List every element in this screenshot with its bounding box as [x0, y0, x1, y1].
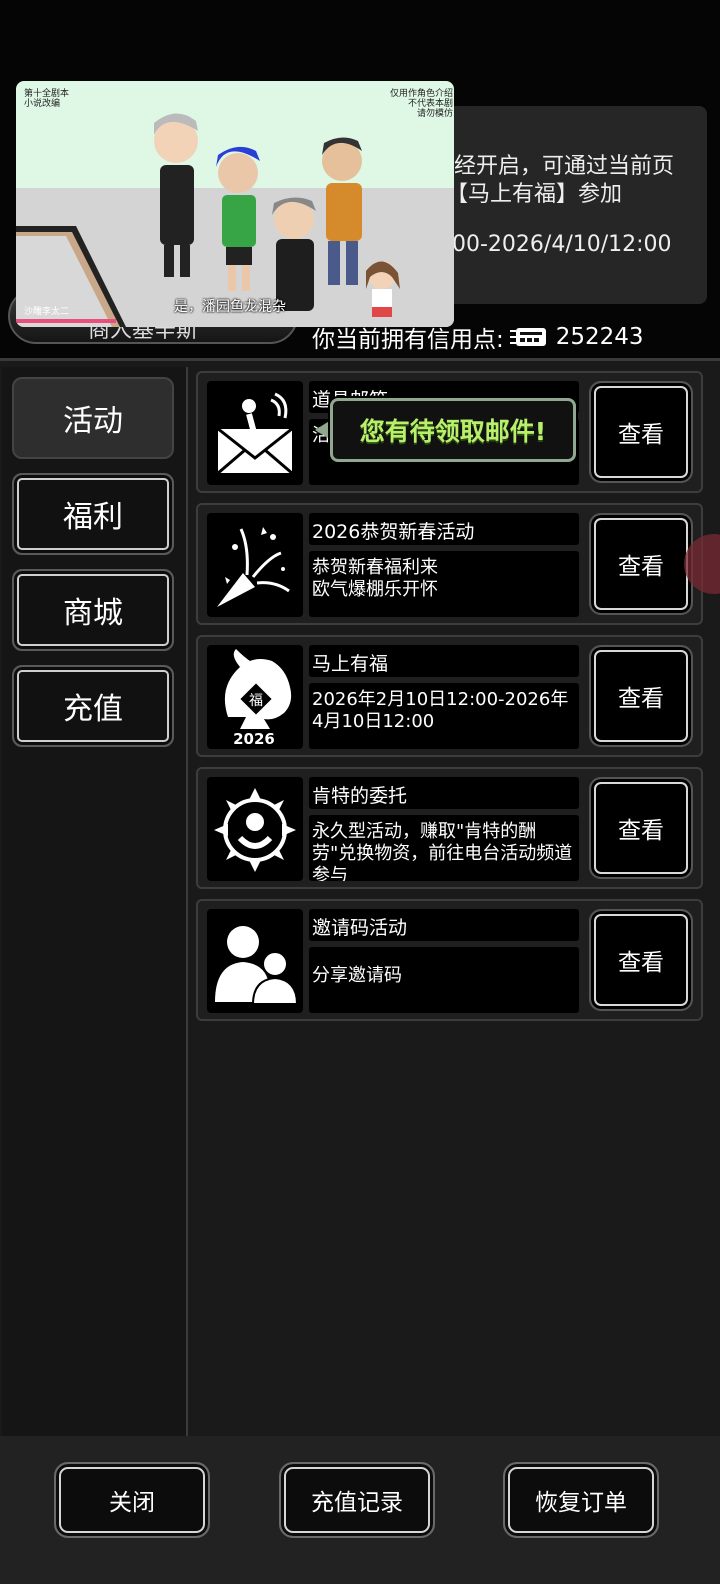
activity-card-fortune: 福 2026 马上有福 2026年2月10日12:00-2026年4月10日12…: [196, 635, 703, 757]
cartoon-characters: [154, 113, 400, 317]
mail-bubble-tail: [315, 420, 331, 440]
users-icon: [207, 909, 303, 1013]
view-button-invite[interactable]: 查看: [589, 909, 693, 1011]
recharge-history-button[interactable]: 充值记录: [279, 1462, 435, 1538]
bottom-bar: 关闭 充值记录 恢复订单: [0, 1436, 720, 1584]
kent-emblem-icon: [207, 777, 303, 881]
view-button-mailbox[interactable]: 查看: [589, 381, 693, 483]
horse-year-label: 2026: [233, 730, 275, 747]
video-overlay[interactable]: 第十全剧本 小说改编 仅用作角色介绍 不代表本剧 请勿模仿 是，潘园鱼龙混杂 沙…: [16, 81, 454, 327]
view-button-fortune[interactable]: 查看: [589, 645, 693, 747]
party-popper-icon: [207, 513, 303, 617]
activity-card-invite: 邀请码活动 分享邀请码 查看: [196, 899, 703, 1021]
video-progress-bar: [16, 319, 116, 323]
activity-list: 道具邮箱 活 查看 2026恭贺新春活动 恭贺新春福利来 欧气爆棚乐开怀 查看: [196, 371, 704, 1031]
horse-fortune-char: 福: [249, 693, 263, 709]
view-button-kent[interactable]: 查看: [589, 777, 693, 879]
video-subtitle: 是，潘园鱼龙混杂: [174, 299, 286, 315]
activity-title: 肯特的委托: [309, 777, 579, 809]
pending-mail-bubble[interactable]: 您有待领取邮件!: [330, 398, 576, 462]
video-channel-name: 沙雕李太二: [24, 307, 70, 317]
restore-order-button[interactable]: 恢复订单: [503, 1462, 659, 1538]
activity-title: 马上有福: [309, 645, 579, 677]
close-button[interactable]: 关闭: [54, 1462, 210, 1538]
top-area: 经开启，可通过当前页 【马上有福】参加 00-2026/4/10/12:00 商…: [0, 0, 720, 360]
notice-line-3: 00-2026/4/10/12:00: [452, 232, 672, 257]
video-corner-left: 第十全剧本 小说改编: [24, 89, 70, 109]
horse-fortune-icon: 福 2026: [207, 645, 303, 749]
activity-desc: 2026年2月10日12:00-2026年4月10日12:00: [309, 683, 579, 749]
sidebar-item-activity[interactable]: 活动: [12, 377, 174, 459]
activity-card-new-year: 2026恭贺新春活动 恭贺新春福利来 欧气爆棚乐开怀 查看: [196, 503, 703, 625]
activity-desc: 分享邀请码: [309, 947, 579, 1013]
sidebar-item-recharge[interactable]: 充值: [12, 665, 174, 747]
sidebar: 活动 福利 商城 充值: [2, 367, 188, 1437]
notice-line-2: 【马上有福】参加: [446, 182, 623, 207]
credit-card-icon: [509, 328, 546, 346]
sidebar-item-welfare[interactable]: 福利: [12, 473, 174, 555]
view-button-new-year[interactable]: 查看: [589, 513, 693, 615]
credit-value: 252243: [555, 324, 644, 350]
mail-icon: [207, 381, 303, 485]
activity-desc: 恭贺新春福利来 欧气爆棚乐开怀: [309, 551, 579, 617]
activity-title: 2026恭贺新春活动: [309, 513, 579, 545]
main-panel: 活动 福利 商城 充值 道具邮箱 活 查看: [0, 358, 720, 1437]
activity-desc: 永久型活动，赚取"肯特的酬劳"兑换物资，前往电台活动频道参与: [309, 815, 579, 881]
activity-card-kent: 肯特的委托 永久型活动，赚取"肯特的酬劳"兑换物资，前往电台活动频道参与 查看: [196, 767, 703, 889]
sidebar-item-shop[interactable]: 商城: [12, 569, 174, 651]
activity-title: 邀请码活动: [309, 909, 579, 941]
